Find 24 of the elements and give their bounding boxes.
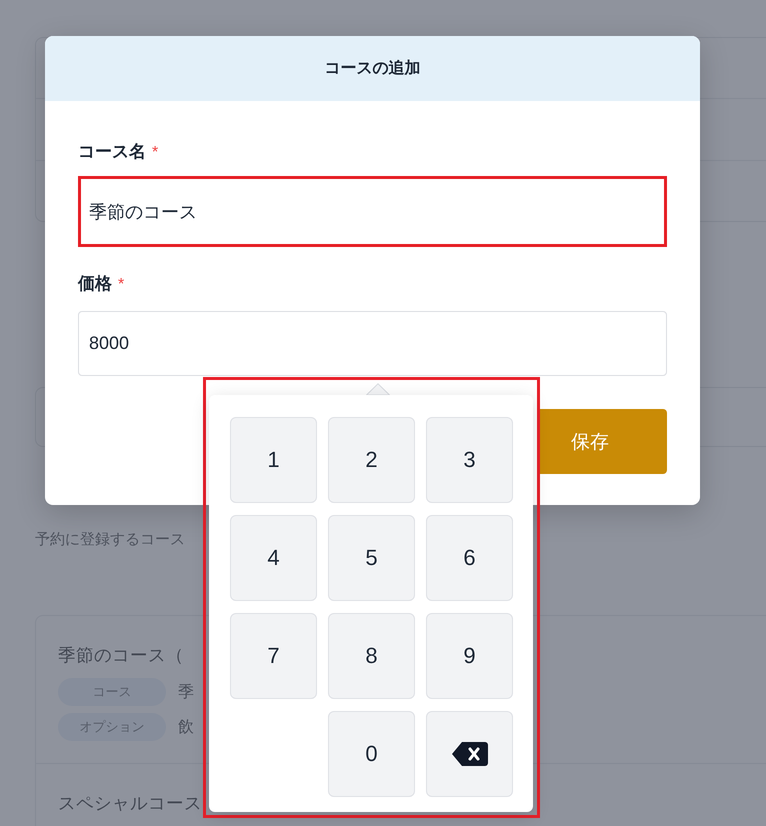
- number-key[interactable]: 1: [230, 417, 317, 503]
- course-name: スペシャルコース: [58, 792, 202, 815]
- required-mark: *: [152, 143, 158, 163]
- number-key[interactable]: 6: [426, 515, 513, 601]
- number-key[interactable]: 4: [230, 515, 317, 601]
- input-field[interactable]: 8000: [78, 311, 667, 376]
- dialog-title: コースの追加: [324, 58, 420, 79]
- backspace-icon: [450, 741, 488, 767]
- section-subtitle: 予約に登録するコース: [35, 530, 185, 550]
- detail-value: 季: [178, 682, 194, 702]
- number-key[interactable]: 7: [230, 613, 317, 699]
- number-key[interactable]: 9: [426, 613, 513, 699]
- number-key[interactable]: 8: [328, 613, 415, 699]
- field-label: コース名: [78, 141, 146, 163]
- number-key[interactable]: 0: [328, 711, 415, 797]
- number-key[interactable]: 5: [328, 515, 415, 601]
- course-name: 季節のコース（: [58, 644, 184, 667]
- input-field[interactable]: 季節のコース: [78, 176, 667, 247]
- field-label: 価格: [78, 273, 112, 295]
- number-key[interactable]: 2: [328, 417, 415, 503]
- number-key[interactable]: 3: [426, 417, 513, 503]
- required-mark: *: [118, 275, 124, 295]
- detail-value: 飲: [178, 718, 194, 738]
- backspace-key[interactable]: [426, 711, 513, 797]
